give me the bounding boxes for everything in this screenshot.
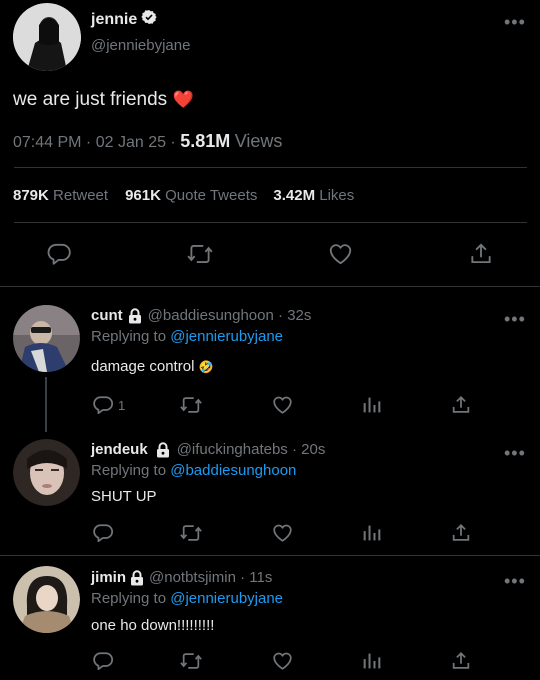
like-icon[interactable]	[327, 241, 354, 267]
likes-count: 3.42M	[273, 187, 316, 204]
more-icon[interactable]: •••	[504, 572, 526, 590]
quotes-count: 961K	[125, 187, 161, 204]
reply-text: one ho down!!!!!!!!!	[91, 617, 215, 634]
likes-label: Likes	[319, 187, 355, 204]
lock-icon	[156, 441, 170, 458]
reply-text: damage control	[91, 358, 195, 375]
lock-icon	[130, 569, 144, 586]
reply-time[interactable]: 11s	[249, 569, 272, 586]
avatar-reply-3[interactable]	[13, 566, 80, 633]
tweet-time[interactable]: 07:44 PM	[13, 134, 81, 152]
separator-dot: ·	[287, 441, 302, 458]
views-label: Views	[234, 131, 283, 151]
replying-to-link[interactable]: @jennierubyjane	[170, 590, 283, 607]
analytics-icon[interactable]	[361, 394, 383, 416]
reply-time[interactable]: 32s	[287, 307, 311, 324]
reply-icon[interactable]	[46, 241, 72, 267]
views-count[interactable]: 5.81M	[180, 131, 230, 152]
share-icon[interactable]	[450, 650, 472, 672]
more-icon[interactable]: •••	[504, 444, 526, 462]
reply-icon[interactable]	[92, 522, 114, 544]
reply-icon[interactable]	[92, 650, 114, 672]
retweets-label: Retweet	[53, 187, 109, 204]
separator-dot: ·	[235, 569, 250, 586]
reply-author-name[interactable]: jendeuk	[91, 441, 148, 458]
heart-emoji: ❤️	[172, 90, 194, 109]
divider	[0, 555, 540, 556]
replying-to-link[interactable]: @baddiesunghoon	[170, 462, 296, 479]
laughing-emoji: 🤣	[198, 360, 214, 374]
more-icon[interactable]: •••	[504, 310, 526, 328]
separator-dot: ·	[273, 307, 288, 324]
separator-dot: ·	[165, 134, 181, 151]
tweet-text: we are just friends	[13, 89, 168, 110]
reply-author-handle[interactable]: @baddiesunghoon	[148, 307, 274, 324]
reply-text: SHUT UP	[91, 488, 157, 505]
divider	[14, 167, 527, 168]
retweet-icon[interactable]	[178, 394, 204, 416]
avatar-reply-1[interactable]	[13, 305, 80, 372]
reply-author-handle[interactable]: @ifuckinghatebs	[177, 441, 288, 458]
tweet-date[interactable]: 02 Jan 25	[96, 134, 166, 152]
share-icon[interactable]	[450, 522, 472, 544]
retweet-icon[interactable]	[186, 241, 214, 267]
share-icon[interactable]	[450, 394, 472, 416]
separator-dot: ·	[81, 134, 96, 151]
like-icon[interactable]	[271, 650, 294, 672]
replying-to-label: Replying to	[91, 328, 167, 345]
author-handle[interactable]: @jenniebyjane	[91, 37, 190, 54]
avatar-jennie[interactable]	[13, 3, 81, 71]
replying-to-label: Replying to	[91, 590, 167, 607]
replying-to-label: Replying to	[91, 462, 167, 479]
more-icon[interactable]: •••	[504, 13, 526, 31]
reply-icon[interactable]: 1	[92, 394, 125, 416]
likes-stat[interactable]: 3.42M Likes	[273, 187, 354, 204]
thread-line	[45, 377, 47, 432]
analytics-icon[interactable]	[361, 522, 383, 544]
verified-badge-icon	[141, 9, 157, 30]
replying-to-link[interactable]: @jennierubyjane	[170, 328, 283, 345]
quotes-stat[interactable]: 961K Quote Tweets	[125, 187, 257, 204]
like-icon[interactable]	[271, 522, 294, 544]
reply-author-handle[interactable]: @notbtsjimin	[149, 569, 236, 586]
quotes-label: Quote Tweets	[165, 187, 258, 204]
retweets-stat[interactable]: 879K Retweet	[13, 187, 108, 204]
analytics-icon[interactable]	[361, 650, 383, 672]
lock-icon	[128, 307, 142, 324]
author-name[interactable]: jennie	[91, 11, 137, 29]
retweet-icon[interactable]	[178, 650, 204, 672]
retweets-count: 879K	[13, 187, 49, 204]
reply-author-name[interactable]: cunt	[91, 307, 123, 324]
reply-time[interactable]: 20s	[301, 441, 325, 458]
like-icon[interactable]	[271, 394, 294, 416]
avatar-reply-2[interactable]	[13, 439, 80, 506]
reply-count: 1	[118, 397, 126, 413]
divider	[0, 286, 540, 287]
divider	[14, 222, 527, 223]
share-icon[interactable]	[468, 241, 494, 267]
reply-author-name[interactable]: jimin	[91, 569, 126, 586]
retweet-icon[interactable]	[178, 522, 204, 544]
